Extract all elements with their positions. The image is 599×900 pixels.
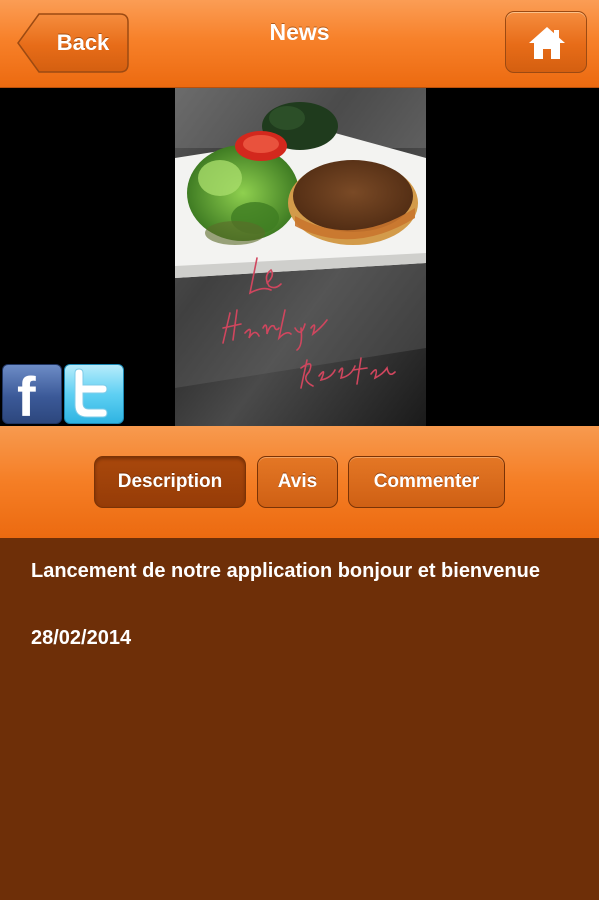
tab-bar: Description Avis Commenter [0,426,599,538]
news-image-area: f [0,88,599,426]
twitter-share-button[interactable] [64,364,124,424]
home-icon [529,27,565,59]
tab-avis[interactable]: Avis [257,456,338,508]
home-button[interactable] [505,11,587,73]
facebook-share-button[interactable]: f [2,364,62,424]
facebook-icon: f [17,365,36,424]
tab-description[interactable]: Description [94,456,246,508]
news-title: Lancement de notre application bonjour e… [31,560,540,582]
news-date: 28/02/2014 [31,627,132,649]
header-bar: Back News [0,0,599,88]
news-content: Lancement de notre application bonjour e… [0,538,599,900]
twitter-icon [74,368,108,418]
tab-commenter[interactable]: Commenter [348,456,505,508]
food-photo [175,88,426,426]
